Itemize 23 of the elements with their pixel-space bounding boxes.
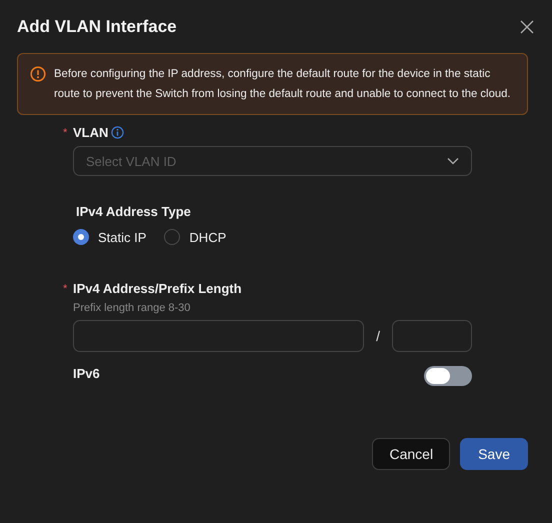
address-input[interactable] bbox=[73, 320, 364, 352]
radio-option[interactable]: DHCP bbox=[164, 229, 226, 245]
info-icon[interactable] bbox=[111, 126, 124, 139]
ipv6-toggle[interactable] bbox=[424, 366, 472, 386]
warning-text: Before configuring the IP address, configure the default route for the device in the static route to prevent the Switch from losing the default route and unable to connect to the cloud. bbox=[54, 67, 512, 102]
prefix-input[interactable] bbox=[392, 320, 472, 352]
radio-icon[interactable] bbox=[73, 229, 89, 245]
field-label: IPv4 Address/Prefix Length bbox=[73, 281, 242, 296]
chevron-down-icon bbox=[447, 157, 459, 165]
field-label: IPv4 Address Type bbox=[76, 204, 191, 219]
cancel-button[interactable]: Cancel bbox=[372, 438, 450, 470]
close-icon[interactable] bbox=[520, 20, 534, 34]
radio-option[interactable]: Static IP bbox=[73, 229, 146, 245]
field-label: IPv6 bbox=[73, 366, 100, 381]
required-mark: * bbox=[63, 126, 68, 138]
field-hint: Prefix length range 8-30 bbox=[73, 302, 192, 314]
save-button[interactable]: Save bbox=[460, 438, 528, 470]
field-label: VLAN bbox=[73, 125, 108, 140]
dialog-title: Add VLAN Interface bbox=[17, 17, 177, 37]
separator: / bbox=[375, 328, 382, 344]
required-mark: * bbox=[63, 282, 68, 294]
radio-icon[interactable] bbox=[164, 229, 180, 245]
warning-icon bbox=[30, 66, 46, 82]
